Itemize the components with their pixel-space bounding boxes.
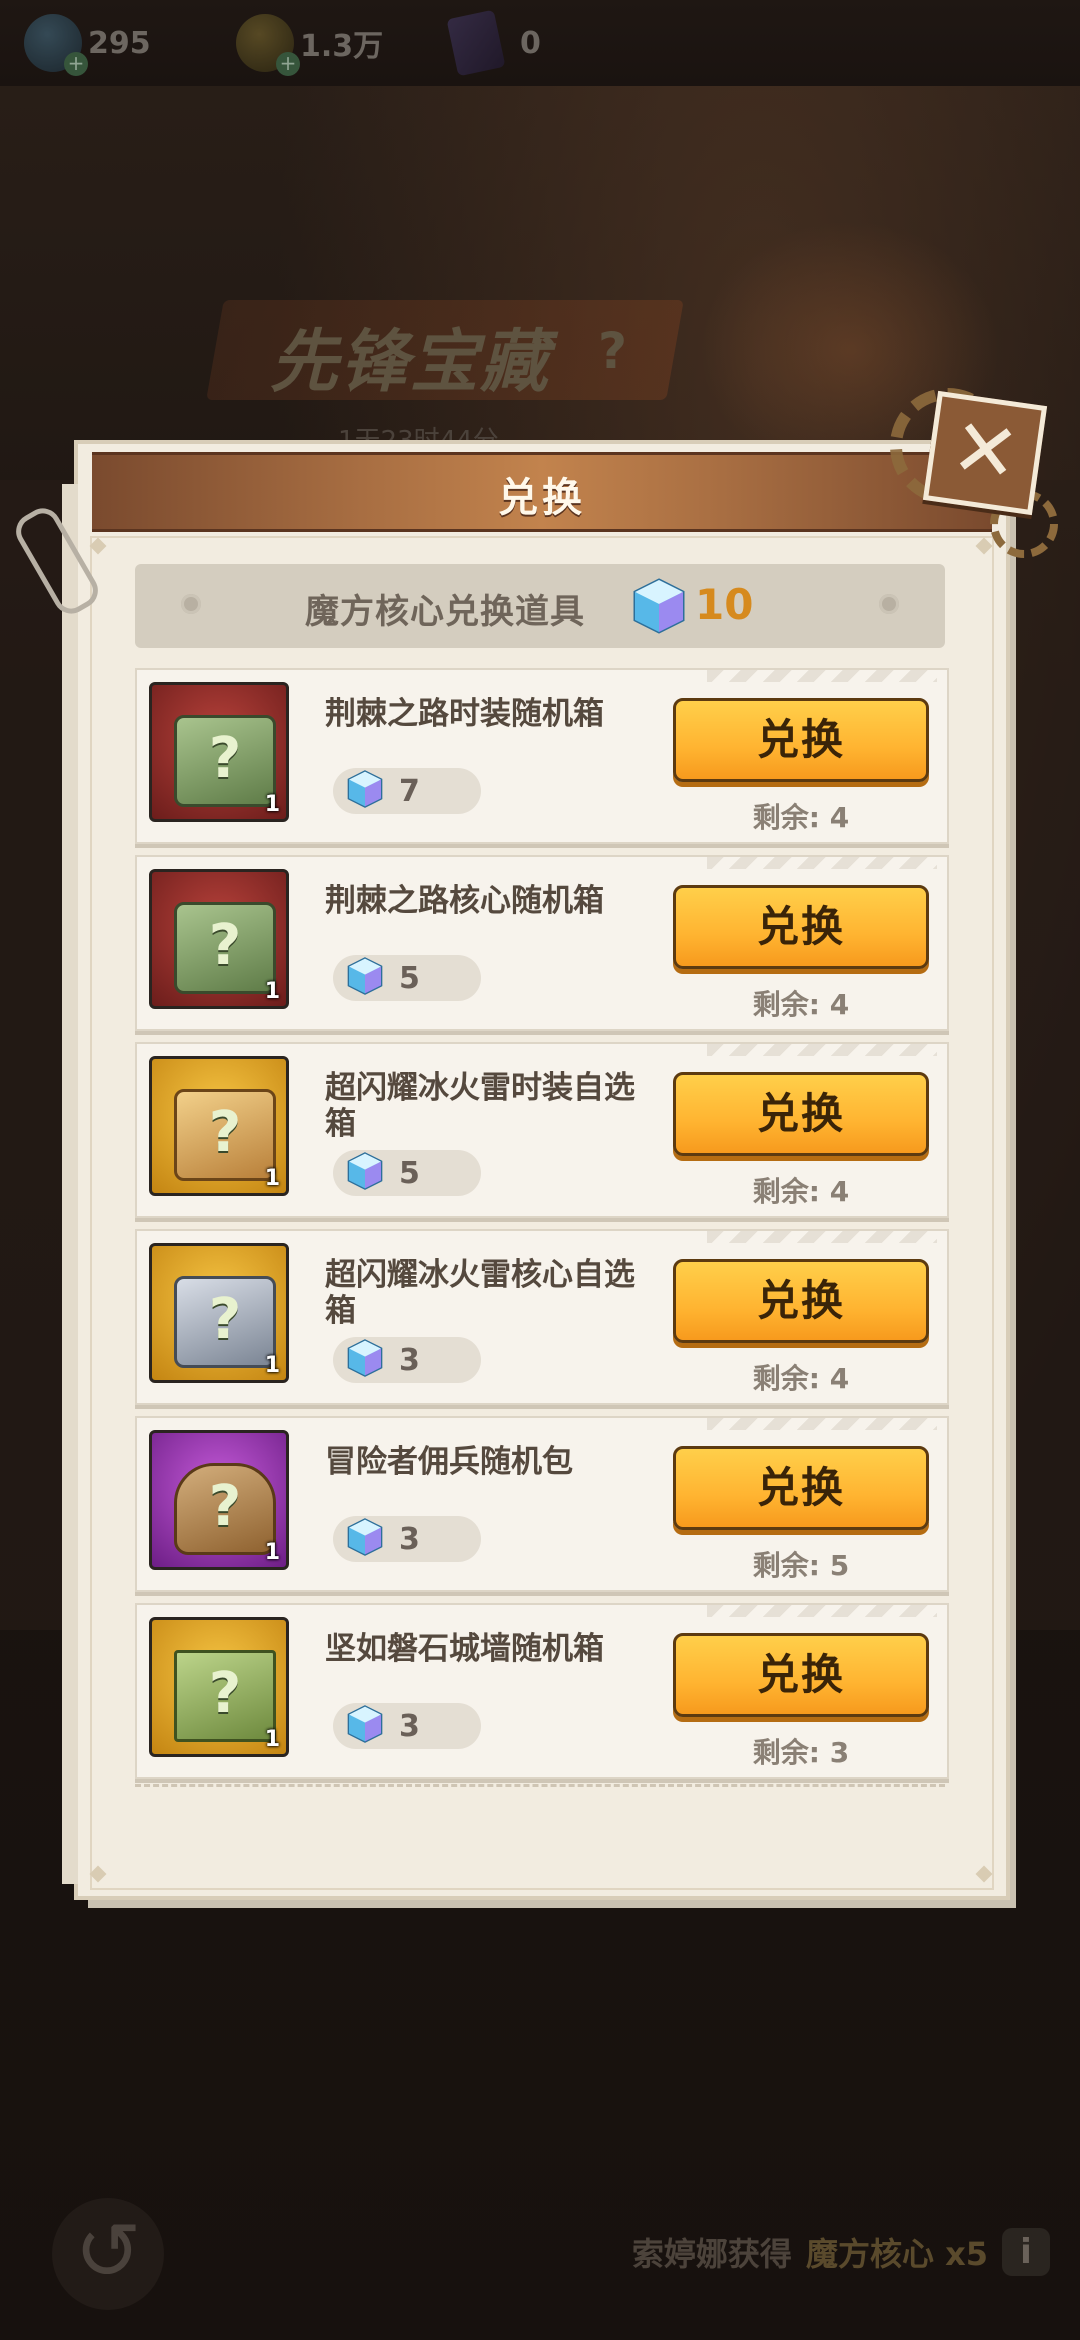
exchange-button[interactable]: 兑换	[673, 1072, 929, 1156]
item-cost: 5	[333, 955, 481, 1001]
row-stripe	[707, 1605, 937, 1617]
plus-icon[interactable]: +	[64, 52, 88, 76]
magic-cube-icon	[345, 1338, 385, 1382]
exchange-button[interactable]: 兑换	[673, 1633, 929, 1717]
resource-card[interactable]: 0	[446, 9, 541, 77]
row-stripe	[707, 1231, 937, 1243]
item-quantity: 1	[264, 979, 280, 1004]
info-icon[interactable]: i	[1002, 2228, 1050, 2276]
event-banner-title: 先锋宝藏	[270, 323, 551, 402]
item-name: 荆棘之路时装随机箱	[325, 696, 604, 732]
item-thumbnail[interactable]: 1	[149, 1243, 289, 1383]
item-name: 超闪耀冰火雷时装自选箱	[325, 1070, 635, 1142]
exchange-row: 1 冒险者佣兵随机包 3 兑换剩余: 5	[135, 1416, 949, 1592]
exchange-row: 1 荆棘之路核心随机箱 5 兑换剩余: 4	[135, 855, 949, 1031]
item-cost-value: 3	[399, 1521, 420, 1557]
item-box-icon	[174, 715, 276, 807]
resource-value: 0	[520, 25, 541, 61]
item-box-icon	[174, 1276, 276, 1368]
row-stripe	[707, 1044, 937, 1056]
item-box-icon	[174, 1089, 276, 1181]
item-cost: 5	[333, 1150, 481, 1196]
item-box-icon	[174, 1650, 276, 1742]
magic-cube-icon	[345, 956, 385, 1000]
resource-p-coin[interactable]: + 1.3万	[236, 12, 384, 76]
exchange-button[interactable]: 兑换	[673, 698, 929, 782]
exchange-button[interactable]: 兑换	[673, 1259, 929, 1343]
item-quantity: 1	[264, 1353, 280, 1378]
item-quantity: 1	[264, 1166, 280, 1191]
remaining-count: 剩余: 5	[752, 1549, 850, 1582]
magic-cube-icon	[345, 1151, 385, 1195]
bolt-icon	[181, 594, 201, 614]
item-box-icon	[174, 1463, 276, 1555]
bolt-icon	[879, 594, 899, 614]
row-stripe	[707, 1418, 937, 1430]
remaining-count: 剩余: 3	[752, 1736, 850, 1769]
resource-bar: + 295 + 1.3万 0	[0, 0, 1080, 86]
list-divider	[135, 1784, 945, 1787]
card-icon	[446, 9, 506, 77]
item-thumbnail[interactable]: 1	[149, 1430, 289, 1570]
magic-cube-icon	[345, 769, 385, 813]
item-box-icon	[174, 902, 276, 994]
drop-notice-item: 魔方核心 x5	[805, 2235, 988, 2273]
exchange-button[interactable]: 兑换	[673, 1446, 929, 1530]
item-name: 荆棘之路核心随机箱	[325, 883, 604, 919]
exchange-button[interactable]: 兑换	[673, 885, 929, 969]
resource-value: 295	[88, 25, 151, 61]
item-cost-value: 3	[399, 1342, 420, 1378]
back-button[interactable]: ↺	[52, 2198, 164, 2310]
item-cost-value: 7	[399, 773, 420, 809]
item-cost-value: 5	[399, 1155, 420, 1191]
remaining-count: 剩余: 4	[752, 801, 850, 834]
exchange-row: 1 荆棘之路时装随机箱 7 兑换剩余: 4	[135, 668, 949, 844]
item-name: 坚如磐石城墙随机箱	[325, 1631, 604, 1667]
item-thumbnail[interactable]: 1	[149, 682, 289, 822]
row-stripe	[707, 857, 937, 869]
exchange-list: 1荆棘之路时装随机箱7兑换剩余: 41荆棘之路核心随机箱5兑换剩余: 41超闪耀…	[135, 668, 949, 1790]
item-thumbnail[interactable]: 1	[149, 1617, 289, 1757]
item-thumbnail[interactable]: 1	[149, 869, 289, 1009]
remaining-count: 剩余: 4	[752, 1362, 850, 1395]
modal-header: 兑换	[92, 452, 992, 532]
remaining-count: 剩余: 4	[752, 1175, 850, 1208]
remaining-count: 剩余: 4	[752, 988, 850, 1021]
resource-value: 1.3万	[300, 29, 384, 64]
item-cost: 3	[333, 1703, 481, 1749]
item-cost: 3	[333, 1516, 481, 1562]
exchange-row: 1 超闪耀冰火雷时装自选箱 5 兑换剩余: 4	[135, 1042, 949, 1218]
magic-cube-icon	[345, 1704, 385, 1748]
item-cost: 3	[333, 1337, 481, 1383]
item-quantity: 1	[264, 1727, 280, 1752]
item-cost-value: 3	[399, 1708, 420, 1744]
item-quantity: 1	[264, 792, 280, 817]
exchange-row: 1 坚如磐石城墙随机箱 3 兑换剩余: 3	[135, 1603, 949, 1779]
item-quantity: 1	[264, 1540, 280, 1565]
drop-notice: 索婷娜获得 魔方核心 x5 i	[530, 2222, 1050, 2282]
currency-label: 魔方核心兑换道具	[305, 592, 585, 632]
p-coin-icon: +	[236, 14, 300, 76]
item-thumbnail[interactable]: 1	[149, 1056, 289, 1196]
plus-icon[interactable]: +	[276, 52, 300, 76]
drop-notice-name: 索婷娜获得	[631, 2235, 792, 2273]
magic-cube-icon	[345, 1517, 385, 1561]
item-cost: 7	[333, 768, 481, 814]
close-button[interactable]: ✕	[922, 390, 1048, 516]
item-name: 冒险者佣兵随机包	[325, 1444, 573, 1480]
modal-title: 兑换	[498, 475, 586, 521]
item-cost-value: 5	[399, 960, 420, 996]
item-name: 超闪耀冰火雷核心自选箱	[325, 1257, 635, 1329]
magic-cube-icon	[629, 576, 689, 640]
resource-gem[interactable]: + 295	[24, 12, 151, 76]
currency-header: 魔方核心兑换道具 10	[135, 564, 945, 648]
row-stripe	[707, 670, 937, 682]
currency-count: 10	[695, 580, 754, 629]
help-icon[interactable]: ?	[598, 322, 627, 380]
gem-icon: +	[24, 14, 88, 76]
exchange-row: 1 超闪耀冰火雷核心自选箱 3 兑换剩余: 4	[135, 1229, 949, 1405]
